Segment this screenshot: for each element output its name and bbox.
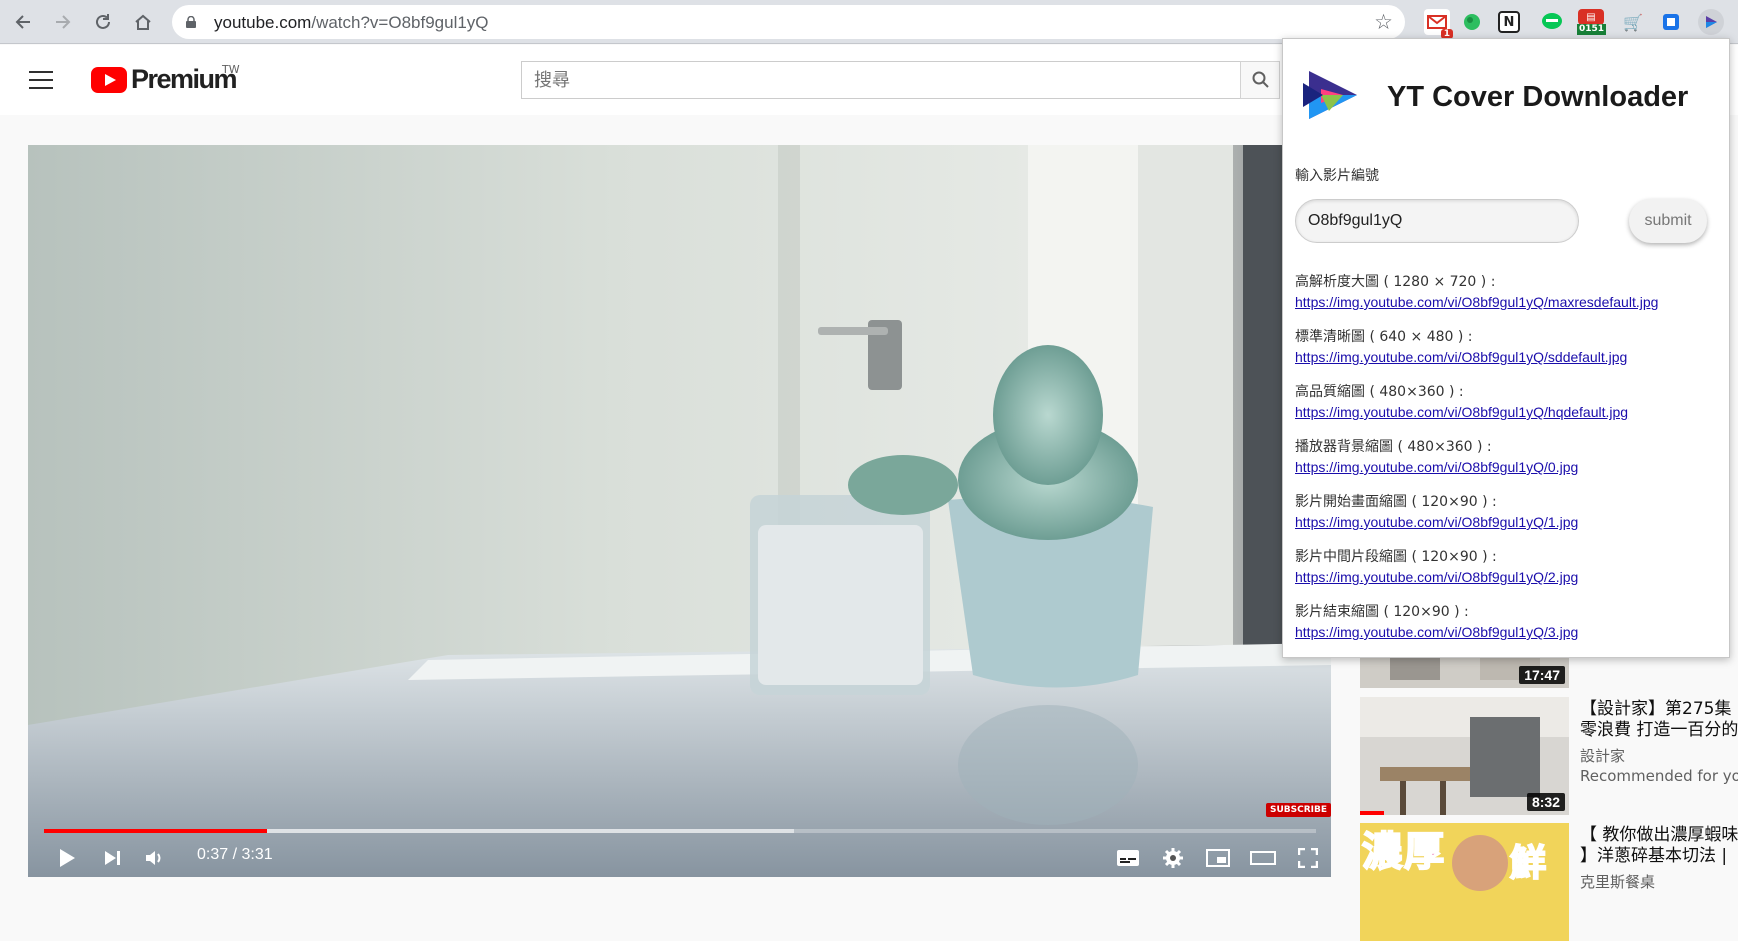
thumbnail-size-label: 高品質縮圖 ( 480×360 ) : (1295, 384, 1464, 400)
back-arrow-icon[interactable] (10, 9, 36, 35)
theater-icon (1250, 851, 1276, 865)
volume-icon (146, 851, 161, 865)
thumbnail-link-item: 高解析度大圖 ( 1280 × 720 ) : https://img.yout… (1295, 272, 1725, 327)
thumbnail-size-label: 標準清晰圖 ( 640 × 480 ) : (1295, 329, 1473, 345)
progress-bar[interactable] (44, 829, 1316, 833)
thumbnail-url-link[interactable]: https://img.youtube.com/vi/O8bf9gul1yQ/h… (1295, 402, 1725, 422)
theater-mode-button[interactable] (1248, 843, 1278, 873)
miniplayer-icon (1206, 849, 1230, 867)
captions-icon (1117, 850, 1139, 866)
evernote-extension-icon[interactable] (1459, 9, 1485, 35)
thumbnail-url-link[interactable]: https://img.youtube.com/vi/O8bf9gul1yQ/2… (1295, 567, 1725, 587)
translate-extension-icon[interactable] (1658, 9, 1684, 35)
thumbnail-link-item: 播放器背景縮圖 ( 480×360 ) : https://img.youtub… (1295, 437, 1725, 492)
calendar-extension-icon[interactable]: ▤ 0151 (1577, 9, 1607, 35)
time-display: 0:37 / 3:31 (197, 846, 273, 863)
video-id-input[interactable] (1295, 199, 1579, 243)
video-title[interactable]: 【設計家】第275集 零浪費 打造一百分的 (1580, 699, 1738, 741)
thumbnail-size-label: 高解析度大圖 ( 1280 × 720 ) : (1295, 274, 1496, 290)
home-icon[interactable] (130, 9, 156, 35)
bookmark-star-icon[interactable]: ☆ (1374, 10, 1393, 34)
thumbnail-url-link[interactable]: https://img.youtube.com/vi/O8bf9gul1yQ/1… (1295, 512, 1725, 532)
fullscreen-icon (1298, 848, 1318, 868)
reload-icon[interactable] (90, 9, 116, 35)
calendar-badge: 0151 (1577, 24, 1607, 35)
thumbnail-link-item: 高品質縮圖 ( 480×360 ) : https://img.youtube.… (1295, 382, 1725, 437)
video-meta: Recommended for you (1580, 767, 1738, 785)
search-icon (1252, 71, 1269, 88)
thumbnail-size-label: 影片結束縮圖 ( 120×90 ) : (1295, 604, 1469, 620)
captions-button[interactable] (1113, 843, 1143, 873)
search-box[interactable] (521, 61, 1241, 99)
thumbnail-url-link[interactable]: https://img.youtube.com/vi/O8bf9gul1yQ/s… (1295, 347, 1725, 367)
volume-button[interactable] (140, 843, 170, 873)
video-duration: 17:47 (1519, 666, 1565, 684)
fullscreen-button[interactable] (1293, 843, 1323, 873)
svg-text:厚: 厚 (1404, 829, 1444, 875)
settings-button[interactable] (1158, 843, 1188, 873)
video-thumbnail[interactable]: 濃厚 鮮 (1360, 823, 1569, 941)
thumbnail-link-item: 影片結束縮圖 ( 120×90 ) : https://img.youtube.… (1295, 602, 1725, 657)
video-thumbnail[interactable]: 8:32 (1360, 697, 1569, 815)
subscribe-watermark[interactable]: SUBSCRIBE (1266, 803, 1331, 817)
video-frame (28, 145, 1331, 877)
video-player[interactable]: 0:37 / 3:31 SUBSCRIBE (28, 145, 1331, 877)
thumbnail-url-link[interactable]: https://img.youtube.com/vi/O8bf9gul1yQ/3… (1295, 622, 1725, 642)
search-button[interactable] (1240, 61, 1280, 99)
svg-text:鮮: 鮮 (1510, 843, 1546, 884)
play-icon (60, 849, 75, 867)
thumbnail-size-label: 影片開始畫面縮圖 ( 120×90 ) : (1295, 494, 1497, 510)
channel-name[interactable]: 設計家 (1580, 745, 1625, 766)
thumbnail-link-item: 標準清晰圖 ( 640 × 480 ) : https://img.youtub… (1295, 327, 1725, 382)
thumbnail-link-item: 影片中間片段縮圖 ( 120×90 ) : https://img.youtub… (1295, 547, 1725, 602)
yt-cover-downloader-extension-icon[interactable] (1698, 9, 1724, 35)
video-id-label: 輸入影片編號 (1295, 168, 1379, 184)
popup-title: YT Cover Downloader (1387, 81, 1689, 113)
submit-button[interactable]: submit (1629, 199, 1707, 243)
youtube-logo-icon[interactable] (91, 67, 127, 93)
next-icon (105, 851, 120, 865)
thumbnail-size-label: 播放器背景縮圖 ( 480×360 ) : (1295, 439, 1492, 455)
yt-cover-downloader-logo-icon (1303, 71, 1357, 119)
address-url: youtube.com/watch?v=O8bf9gul1yQ (214, 13, 489, 32)
lock-icon[interactable] (186, 16, 196, 28)
thumbnail-size-label: 影片中間片段縮圖 ( 120×90 ) : (1295, 549, 1497, 565)
line-extension-icon[interactable] (1539, 9, 1565, 35)
thumbnail-url-link[interactable]: https://img.youtube.com/vi/O8bf9gul1yQ/0… (1295, 457, 1725, 477)
forward-arrow-icon[interactable] (50, 9, 76, 35)
cart-extension-icon[interactable]: 🛒 (1620, 9, 1646, 35)
next-button[interactable] (97, 843, 127, 873)
recommendation-item[interactable]: 8:32 【設計家】第275集 零浪費 打造一百分的 設計家 Recommend… (1360, 697, 1738, 817)
gear-icon (1163, 848, 1183, 868)
thumbnail-link-item: 影片開始畫面縮圖 ( 120×90 ) : https://img.youtub… (1295, 492, 1725, 547)
youtube-brand[interactable]: Premium (131, 64, 238, 95)
yt-cover-downloader-popup: YT Cover Downloader 輸入影片編號 submit 高解析度大圖… (1282, 38, 1730, 658)
video-duration: 8:32 (1526, 793, 1565, 811)
menu-icon[interactable] (29, 71, 53, 89)
address-bar[interactable]: youtube.com/watch?v=O8bf9gul1yQ ☆ (172, 5, 1405, 39)
progress-played (44, 829, 267, 833)
miniplayer-button[interactable] (1203, 843, 1233, 873)
search-input[interactable] (522, 62, 1240, 98)
recommendation-item[interactable]: 濃厚鮮 【 教你做出濃厚蝦味 】洋蔥碎基本切法 | 克里斯餐桌 (1360, 823, 1738, 941)
region-code: TW (222, 63, 240, 76)
play-button[interactable] (52, 843, 82, 873)
thumbnail-url-link[interactable]: https://img.youtube.com/vi/O8bf9gul1yQ/m… (1295, 292, 1725, 312)
svg-text:濃: 濃 (1362, 829, 1403, 875)
thumbnail-link-list: 高解析度大圖 ( 1280 × 720 ) : https://img.yout… (1295, 272, 1725, 657)
notion-extension-icon[interactable]: N (1498, 11, 1520, 33)
gmail-extension-icon[interactable]: 1 (1424, 9, 1453, 39)
video-title[interactable]: 【 教你做出濃厚蝦味 】洋蔥碎基本切法 | (1580, 825, 1738, 867)
